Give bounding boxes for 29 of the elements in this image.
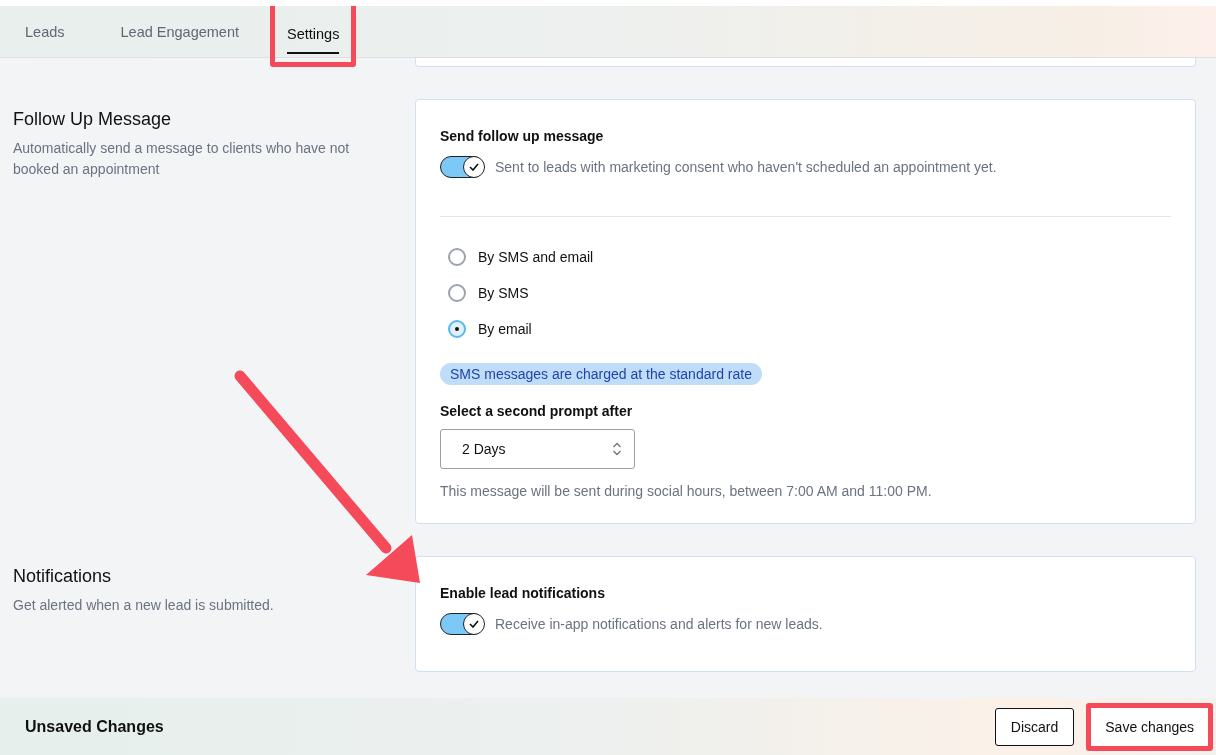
radio-button[interactable] xyxy=(448,248,466,266)
setting-label: Enable lead notifications xyxy=(440,585,606,601)
info-badge: SMS messages are charged at the standard rate xyxy=(440,363,762,385)
tab[interactable]: Lead Engagement xyxy=(92,6,268,57)
section-title: Notifications xyxy=(13,566,113,587)
section-title: Follow Up Message xyxy=(13,109,173,130)
save-button[interactable]: Save changes xyxy=(1086,702,1213,751)
chevron-up-down-icon xyxy=(612,441,622,457)
status-text: Unsaved Changes xyxy=(25,717,164,736)
hint-text: This message will be sent during social hours, between 7:00 AM and 11:00 PM. xyxy=(440,483,933,499)
check-icon xyxy=(468,162,479,171)
tab[interactable]: Leads xyxy=(0,6,93,57)
radio-button[interactable] xyxy=(448,320,466,338)
setting-label: Send follow up message xyxy=(440,128,605,144)
check-icon xyxy=(468,619,479,628)
tab[interactable]: Settings xyxy=(270,6,357,67)
radio-label[interactable]: By SMS and email xyxy=(478,249,594,265)
toggle-switch[interactable] xyxy=(440,156,484,178)
radio-button[interactable] xyxy=(448,284,466,302)
section-description: Get alerted when a new lead is submitted. xyxy=(13,596,275,615)
section-description: Automatically send a message to clients who have not booked an appointment xyxy=(13,139,351,179)
radio-label[interactable]: By email xyxy=(478,321,532,337)
select-field[interactable]: 2 Days xyxy=(440,429,635,469)
select-label: Select a second prompt after xyxy=(440,403,634,419)
toggle-switch[interactable] xyxy=(440,613,484,635)
radio-label[interactable]: By SMS xyxy=(478,285,529,301)
toggle-description: Sent to leads with marketing consent who haven't scheduled an appointment yet. xyxy=(495,159,997,175)
toggle-description: Receive in-app notifications and alerts for new leads. xyxy=(495,616,823,632)
discard-button[interactable]: Discard xyxy=(994,707,1075,746)
